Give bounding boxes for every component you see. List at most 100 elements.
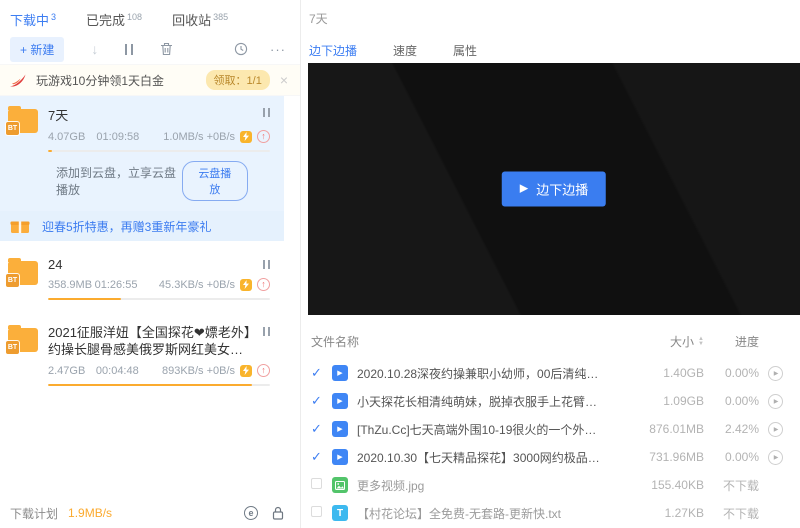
claim-reward-badge[interactable]: 领取：1/1 (206, 70, 270, 90)
banner-text: 玩游戏10分钟领1天白金 (36, 72, 164, 89)
speed-up-icon[interactable]: ↑ (257, 364, 270, 377)
header-file-name: 文件名称 (311, 333, 614, 350)
tab-downloading-label: 下载中 (10, 13, 49, 28)
video-file-icon: ▶ (332, 449, 348, 465)
checkbox-unchecked[interactable] (311, 506, 324, 520)
file-progress: 0.00% (704, 450, 759, 464)
tab-play-while-downloading[interactable]: 边下边播 (309, 42, 357, 59)
checkbox-box (311, 506, 322, 517)
file-row[interactable]: 更多视频.jpg 155.40KB 不下载 (301, 471, 800, 499)
file-row[interactable]: ✓ ▶ [ThZu.Cc]七天高端外围10-19很火的一个外围排了几小时才来.m… (301, 415, 800, 443)
task-speed: 1.0MB/s (163, 131, 203, 143)
file-name: 小天探花长相清纯萌妹，脱掉衣服手上花臂纹身，蹲着口交沙发上被猛操站立后... (357, 393, 614, 410)
bt-badge: BT (6, 274, 19, 287)
main-tabs: 下载中3 已完成108 回收站385 (0, 0, 300, 34)
tab-recycle-bin[interactable]: 回收站385 (172, 10, 228, 29)
download-plan-button[interactable]: 下载计划 (10, 505, 58, 522)
thunder-app: 下载中3 已完成108 回收站385 + 新建 ↓ ··· 玩游戏10分 (0, 0, 800, 528)
task-item-24[interactable]: BT 24 358.9MB 01:26:55 45.3KB/s +0B/s ↑ (0, 248, 284, 308)
row-play-button[interactable]: ▶ (768, 394, 783, 409)
detail-title: 7天 (301, 0, 800, 27)
pause-all-icon[interactable] (125, 44, 133, 55)
checkbox-checked[interactable]: ✓ (311, 393, 324, 409)
checkbox-box (311, 478, 322, 489)
file-progress: 不下载 (704, 477, 759, 494)
tab-recycle-bin-count: 385 (213, 12, 228, 22)
browser-monitor-icon[interactable]: e (244, 506, 258, 520)
file-name: 更多视频.jpg (357, 477, 614, 494)
task-item-7days[interactable]: BT 7天 4.07GB 01:09:58 1.0MB/s +0B/s ↑ (0, 96, 284, 211)
video-file-icon: ▶ (332, 365, 348, 381)
speed-up-icon[interactable]: ↑ (257, 130, 270, 143)
tab-speed[interactable]: 速度 (393, 42, 417, 59)
task-size: 358.9MB (48, 279, 95, 291)
task-size: 4.07GB (48, 131, 96, 143)
row-play-button[interactable]: ▶ (768, 450, 783, 465)
play-while-downloading-button[interactable]: ▶ 边下边播 (502, 172, 606, 207)
cloud-tip-text: 添加到云盘，立享云盘播放 (56, 164, 182, 198)
trial-speed-badge[interactable] (240, 131, 252, 143)
spring-promo-row[interactable]: 迎春5折特惠，再赠3重新年豪礼 (0, 211, 284, 241)
history-clock-icon[interactable] (234, 42, 248, 56)
promo-text: 迎春5折特惠，再赠3重新年豪礼 (42, 218, 211, 235)
file-progress: 0.00% (704, 394, 759, 408)
file-table-header: 文件名称 大小 ▲ ▼ 进度 (301, 315, 800, 359)
file-row[interactable]: ✓ ▶ 小天探花长相清纯萌妹，脱掉衣服手上花臂纹身，蹲着口交沙发上被猛操站立后.… (301, 387, 800, 415)
delete-task-icon[interactable] (160, 42, 173, 56)
task-time-remaining: 01:26:55 (95, 279, 159, 291)
task-speed-delta: +0B/s (207, 131, 235, 143)
task-time-remaining: 01:09:58 (96, 131, 163, 143)
task-speed-delta: +0B/s (207, 365, 235, 377)
task-title: 2021征服洋妞【全国探花❤嫖老外】约操长腿骨感美俄罗斯网红美女激情沙发震 专业… (48, 324, 253, 358)
task-meta: 4.07GB 01:09:58 1.0MB/s +0B/s ↑ (48, 130, 270, 143)
task-detail-panel: 7天 边下边播 速度 属性 ▶ 边下边播 文件名称 大小 ▲ ▼ (300, 0, 800, 528)
task-main-row: BT 7天 4.07GB 01:09:58 1.0MB/s +0B/s ↑ (8, 105, 270, 152)
play-triangle-icon: ▶ (520, 184, 528, 195)
pause-task-icon[interactable] (263, 108, 270, 117)
task-progress-bar (48, 150, 270, 152)
header-progress: 进度 (704, 333, 759, 350)
trial-speed-badge[interactable] (240, 279, 252, 291)
new-task-button[interactable]: + 新建 (10, 37, 64, 62)
file-row[interactable]: T 【村花论坛】全免费-无套路-更新快.txt 1.27KB 不下载 (301, 499, 800, 527)
lock-icon[interactable] (272, 506, 284, 520)
checkbox-unchecked[interactable] (311, 478, 324, 492)
checkbox-checked[interactable]: ✓ (311, 421, 324, 437)
pause-task-icon[interactable] (263, 260, 270, 269)
file-name: 【村花论坛】全免费-无套路-更新快.txt (357, 505, 614, 522)
checkbox-checked[interactable]: ✓ (311, 449, 324, 465)
task-progress-bar (48, 298, 270, 300)
tab-recycle-bin-label: 回收站 (172, 13, 211, 28)
task-progress-bar (48, 384, 270, 386)
banner-close-icon[interactable]: × (280, 73, 288, 87)
tab-properties[interactable]: 属性 (453, 42, 477, 59)
task-item-2021[interactable]: BT 2021征服洋妞【全国探花❤嫖老外】约操长腿骨感美俄罗斯网红美女激情沙发震… (0, 315, 284, 394)
pause-bars-glyph (125, 44, 133, 55)
trial-speed-badge[interactable] (240, 365, 252, 377)
play-button-label: 边下边播 (536, 180, 588, 199)
more-options-icon[interactable]: ··· (270, 42, 286, 57)
pause-task-icon[interactable] (263, 327, 270, 336)
bt-folder-icon: BT (8, 328, 38, 352)
task-time-remaining: 00:04:48 (96, 365, 162, 377)
file-size: 1.40GB (614, 366, 704, 380)
row-play-button[interactable]: ▶ (768, 366, 783, 381)
tab-downloading[interactable]: 下载中3 (10, 10, 56, 29)
speed-up-icon[interactable]: ↑ (257, 278, 270, 291)
left-status-bar: 下载计划 1.9MB/s e (0, 498, 300, 528)
header-size: 大小 ▲ ▼ (614, 333, 704, 350)
file-row[interactable]: ✓ ▶ 2020.10.30【七天精品探花】3000网约极品风骚御姐外围，情趣诱… (301, 443, 800, 471)
bt-folder-icon: BT (8, 109, 38, 133)
download-list-panel: 下载中3 已完成108 回收站385 + 新建 ↓ ··· 玩游戏10分 (0, 0, 300, 528)
cloud-play-button[interactable]: 云盘播放 (182, 161, 248, 201)
tab-completed[interactable]: 已完成108 (86, 10, 142, 29)
file-row[interactable]: ✓ ▶ 2020.10.28深夜约操兼职小幼师，00后清纯小萝莉羞涩温柔，玲珑玉… (301, 359, 800, 387)
resume-all-icon[interactable]: ↓ (91, 42, 98, 56)
task-speed-delta: +0B/s (207, 279, 235, 291)
checkbox-checked[interactable]: ✓ (311, 365, 324, 381)
file-size: 731.96MB (614, 450, 704, 464)
detail-tabs: 边下边播 速度 属性 (301, 27, 800, 59)
gift-icon (10, 219, 30, 234)
list-gap (0, 241, 300, 248)
row-play-button[interactable]: ▶ (768, 422, 783, 437)
